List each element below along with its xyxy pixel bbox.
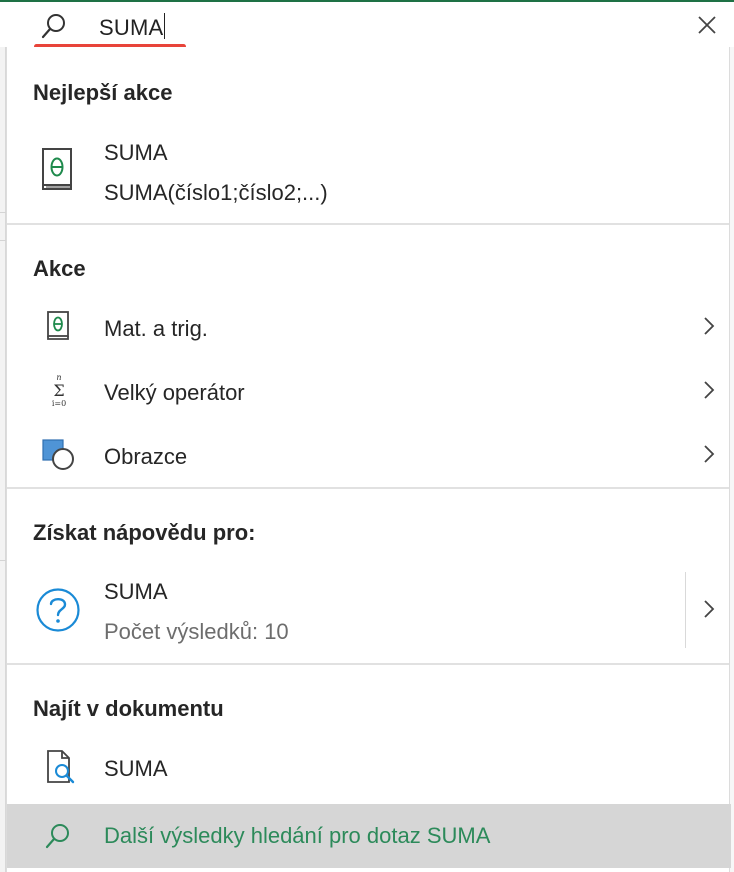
best-action-name: SUMA	[104, 140, 168, 165]
help-question-icon	[36, 588, 80, 632]
shapes-icon	[42, 439, 74, 470]
function-book-icon	[42, 148, 72, 190]
section-divider	[7, 487, 729, 489]
section-title-find: Najít v dokumentu	[33, 696, 224, 721]
section-title-actions: Akce	[33, 256, 86, 281]
section-title-help: Získat nápovědu pro:	[33, 520, 256, 545]
sheet-background-right	[730, 0, 734, 872]
section-title-best-action: Nejlepší akce	[33, 80, 173, 105]
chevron-right-icon	[704, 317, 715, 335]
chevron-right-icon[interactable]	[701, 599, 717, 619]
chevron-right-icon	[704, 445, 715, 463]
search-bar[interactable]: SUMA	[0, 0, 734, 49]
best-action-syntax: SUMA(číslo1;číslo2;...)	[104, 180, 328, 205]
action-label: Mat. a trig.	[104, 316, 208, 341]
svg-text:i=0: i=0	[52, 399, 66, 408]
search-icon	[41, 14, 65, 39]
vertical-separator	[685, 572, 686, 648]
help-item-name: SUMA	[104, 579, 168, 604]
chevron-right-icon	[704, 381, 715, 399]
text-caret	[164, 13, 166, 39]
math-trig-book-icon	[47, 311, 69, 340]
search-results-panel: Nejlepší akce SUMA SUMA(číslo1;číslo2;..…	[6, 47, 731, 872]
search-input[interactable]: SUMA	[99, 13, 166, 41]
find-item-label: SUMA	[104, 756, 168, 781]
close-icon[interactable]	[696, 14, 718, 36]
section-divider	[7, 223, 729, 225]
action-label: Obrazce	[104, 444, 188, 469]
section-divider	[7, 663, 729, 665]
more-results-label: Další výsledky hledání pro dotaz SUMA	[104, 823, 491, 848]
sigma-operator-icon: n Σ i=0	[52, 373, 66, 408]
search-icon	[45, 824, 69, 849]
svg-text:Σ: Σ	[53, 381, 64, 400]
action-label: Velký operátor	[104, 380, 245, 405]
more-results-button[interactable]: Další výsledky hledání pro dotaz SUMA	[7, 804, 731, 868]
help-item-results: Počet výsledků: 10	[104, 619, 289, 644]
document-search-icon	[47, 750, 75, 784]
